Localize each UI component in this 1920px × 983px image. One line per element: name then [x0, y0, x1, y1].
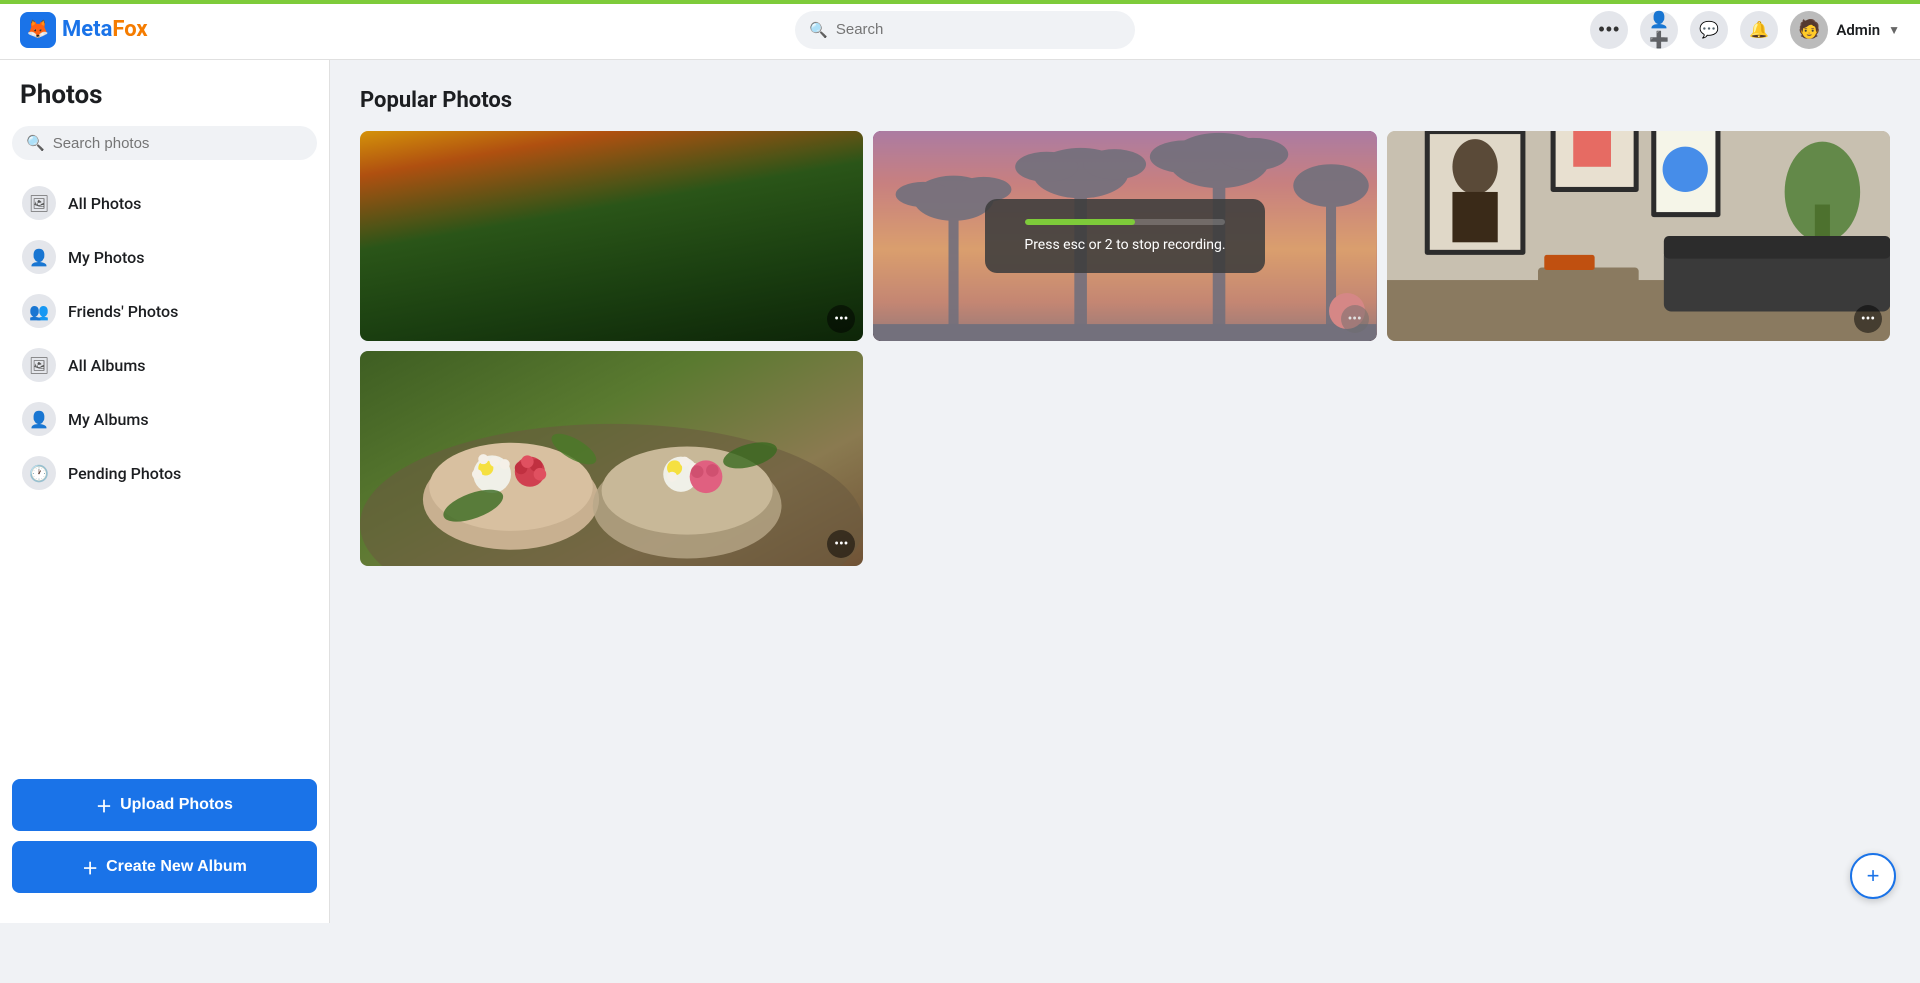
sidebar-search-input[interactable]	[53, 135, 303, 152]
user-name: Admin	[1836, 21, 1880, 39]
sidebar-item-friends-photos[interactable]: 👥 Friends' Photos	[12, 284, 317, 338]
topnav: 🦊 MetaFox 🔍 ••• 👤➕ 💬 🔔 🧑 Admin ▼	[0, 0, 1920, 60]
sidebar-item-label: My Photos	[68, 248, 144, 267]
recording-popup: Press esc or 2 to stop recording.	[985, 199, 1265, 273]
logo[interactable]: 🦊 MetaFox	[20, 12, 340, 48]
user-profile[interactable]: 🧑 Admin ▼	[1790, 11, 1900, 49]
sidebar: Photos 🔍 🖼 All Photos 👤 My Photos 👥 Frie…	[0, 60, 330, 923]
photo-image-4	[360, 351, 863, 566]
sidebar-item-label: Friends' Photos	[68, 302, 178, 321]
sidebar-item-my-albums[interactable]: 👤 My Albums	[12, 392, 317, 446]
photo-card-4[interactable]: •••	[360, 351, 863, 566]
photo-card-2[interactable]: Press esc or 2 to stop recording. •••	[873, 131, 1376, 341]
section-title: Popular Photos	[360, 88, 1890, 113]
my-photos-icon: 👤	[22, 240, 56, 274]
fab-button[interactable]: +	[1850, 853, 1896, 899]
create-album-plus-icon: ＋	[82, 855, 98, 879]
chevron-down-icon: ▼	[1888, 23, 1900, 37]
sidebar-search-box[interactable]: 🔍	[12, 126, 317, 160]
sidebar-item-label: All Photos	[68, 194, 141, 213]
upload-plus-icon: ＋	[96, 793, 112, 817]
logo-icon: 🦊	[20, 12, 56, 48]
recording-overlay: Press esc or 2 to stop recording.	[873, 131, 1376, 341]
upload-photos-button[interactable]: ＋ Upload Photos	[12, 779, 317, 831]
photo-image-3	[1387, 131, 1890, 341]
all-photos-icon: 🖼	[22, 186, 56, 220]
topnav-search-area: 🔍	[340, 11, 1590, 49]
sidebar-item-all-albums[interactable]: 🖼 All Albums	[12, 338, 317, 392]
photos-grid: •••	[360, 131, 1890, 566]
recording-progress-bar-container	[1025, 219, 1225, 225]
main-layout: Photos 🔍 🖼 All Photos 👤 My Photos 👥 Frie…	[0, 60, 1920, 923]
messages-button[interactable]: 💬	[1690, 11, 1728, 49]
search-icon: 🔍	[809, 21, 828, 39]
avatar: 🧑	[1790, 11, 1828, 49]
sidebar-spacer	[12, 500, 317, 779]
recording-text: Press esc or 2 to stop recording.	[1024, 237, 1225, 253]
add-friend-button[interactable]: 👤➕	[1640, 11, 1678, 49]
photo-more-options-3[interactable]: •••	[1854, 305, 1882, 333]
all-albums-icon: 🖼	[22, 348, 56, 382]
pending-photos-icon: 🕐	[22, 456, 56, 490]
global-search-input[interactable]	[836, 21, 1121, 38]
sidebar-nav: 🖼 All Photos 👤 My Photos 👥 Friends' Phot…	[12, 176, 317, 500]
sidebar-item-pending-photos[interactable]: 🕐 Pending Photos	[12, 446, 317, 500]
sidebar-item-label: My Albums	[68, 410, 149, 429]
more-options-button[interactable]: •••	[1590, 11, 1628, 49]
create-new-album-button[interactable]: ＋ Create New Album	[12, 841, 317, 893]
sidebar-search-icon: 🔍	[26, 134, 45, 152]
sidebar-item-all-photos[interactable]: 🖼 All Photos	[12, 176, 317, 230]
photo-image-1	[360, 131, 863, 341]
topnav-actions: ••• 👤➕ 💬 🔔 🧑 Admin ▼	[1590, 11, 1900, 49]
logo-text: MetaFox	[62, 17, 148, 42]
recording-progress-bar	[1025, 219, 1135, 225]
notifications-button[interactable]: 🔔	[1740, 11, 1778, 49]
global-search-box[interactable]: 🔍	[795, 11, 1135, 49]
photo-card-3[interactable]: •••	[1387, 131, 1890, 341]
photo-card-1[interactable]: •••	[360, 131, 863, 341]
sidebar-item-label: Pending Photos	[68, 464, 181, 483]
sidebar-item-my-photos[interactable]: 👤 My Photos	[12, 230, 317, 284]
page-title: Photos	[12, 80, 317, 126]
friends-photos-icon: 👥	[22, 294, 56, 328]
fab-plus-icon: +	[1867, 863, 1880, 889]
my-albums-icon: 👤	[22, 402, 56, 436]
sidebar-item-label: All Albums	[68, 356, 146, 375]
main-content: Popular Photos •••	[330, 60, 1920, 923]
